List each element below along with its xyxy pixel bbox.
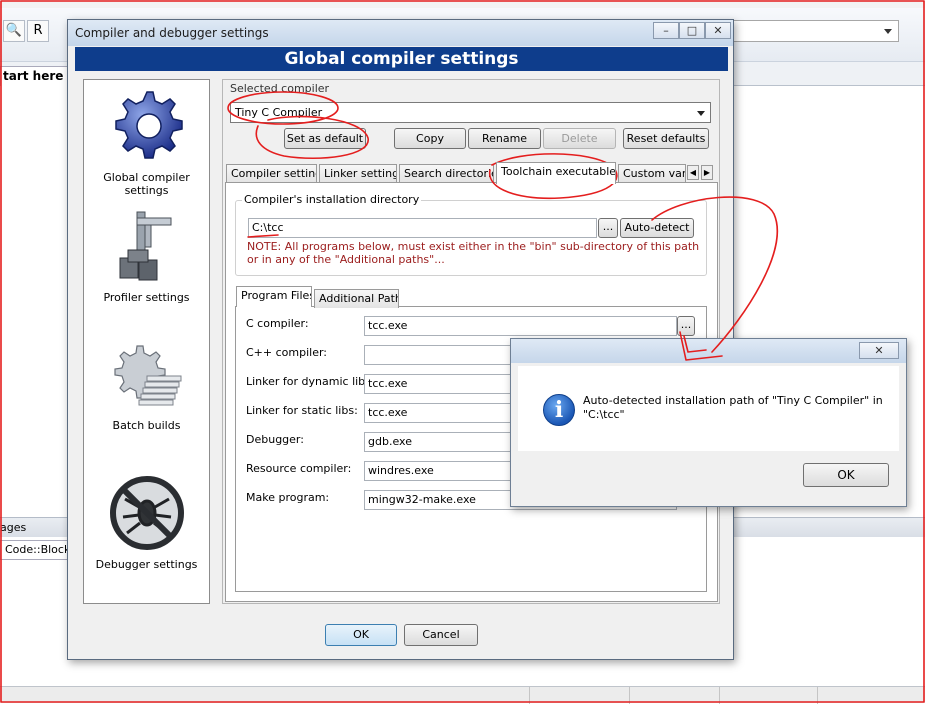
reset-defaults-button[interactable]: Reset defaults [623, 128, 709, 149]
sidebar-item-label: Profiler settings [84, 291, 209, 304]
sidebar-item-batch-builds[interactable]: Batch builds [84, 342, 209, 432]
close-icon[interactable]: ✕ [859, 342, 899, 359]
tab-compiler-settings[interactable]: Compiler settings [226, 164, 317, 183]
chevron-down-icon [697, 111, 705, 116]
debugger-label: Debugger: [246, 433, 304, 446]
tab-codeblocks-log[interactable]: Code::Blocks [0, 540, 72, 560]
install-dir-input[interactable]: C:\tcc [248, 218, 597, 238]
sidebar-item-label: Debugger settings [84, 558, 209, 571]
caliper-icon [112, 208, 182, 288]
copy-button[interactable]: Copy [394, 128, 466, 149]
selected-compiler-select[interactable]: Tiny C Compiler [230, 102, 711, 123]
tab-linker-settings[interactable]: Linker settings [319, 164, 397, 183]
sidebar-item-global-compiler[interactable]: Global compiler settings [84, 86, 209, 197]
cpp-compiler-label: C++ compiler: [246, 346, 327, 359]
ok-button[interactable]: OK [325, 624, 397, 646]
page-title: Global compiler settings [75, 47, 728, 71]
tab-additional-paths[interactable]: Additional Paths [314, 289, 399, 308]
delete-button[interactable]: Delete [543, 128, 616, 149]
auto-detect-button[interactable]: Auto-detect [620, 218, 694, 238]
sidebar-item-label: Batch builds [84, 419, 209, 432]
install-note-line2: or in any of the "Additional paths"... [247, 253, 445, 266]
search-icon[interactable]: 🔍 [3, 20, 25, 42]
dynamic-linker-label: Linker for dynamic libs: [246, 375, 375, 388]
gear-icon [107, 86, 187, 166]
maximize-icon[interactable]: □ [679, 22, 705, 39]
status-cell [629, 687, 719, 704]
close-icon[interactable]: ✕ [705, 22, 731, 39]
status-cell [529, 687, 629, 704]
dialog-title: Compiler and debugger settings [75, 26, 269, 40]
c-compiler-browse-button[interactable]: ... [677, 316, 695, 336]
install-dir-legend: Compiler's installation directory [242, 193, 421, 206]
chevron-right-icon[interactable]: ▶ [701, 165, 713, 180]
autodetect-message-dialog: ✕ i Auto-detected installation path of "… [510, 338, 907, 507]
sidebar-item-label: Global compiler settings [84, 171, 209, 197]
browse-button[interactable]: ... [598, 218, 618, 238]
message-ok-button[interactable]: OK [803, 463, 889, 487]
logs-tab-label: Code::Blocks [5, 543, 72, 556]
install-note-line1: NOTE: All programs below, must exist eit… [247, 240, 699, 253]
selected-compiler-label: Selected compiler [230, 82, 329, 95]
c-compiler-label: C compiler: [246, 317, 309, 330]
c-compiler-input[interactable]: tcc.exe [364, 316, 677, 336]
status-bar [0, 686, 925, 703]
rename-button[interactable]: Rename [468, 128, 541, 149]
static-linker-label: Linker for static libs: [246, 404, 358, 417]
replace-icon[interactable]: R [27, 20, 49, 42]
info-icon: i [543, 394, 575, 426]
message-titlebar[interactable]: ✕ [511, 339, 906, 363]
minimize-icon[interactable]: – [653, 22, 679, 39]
no-bug-icon [107, 473, 187, 553]
make-program-label: Make program: [246, 491, 329, 504]
tab-start-here[interactable]: tart here ✕ [0, 66, 68, 86]
chevron-left-icon[interactable]: ◀ [687, 165, 699, 180]
ide-menubar [0, 0, 925, 8]
sidebar-item-debugger[interactable]: Debugger settings [84, 473, 209, 571]
logs-header-label: ages [0, 521, 26, 534]
settings-category-list: Global compiler settings Profiler settin… [83, 79, 210, 604]
batch-gear-icon [107, 342, 187, 412]
cancel-button[interactable]: Cancel [404, 624, 478, 646]
tab-custom-variables[interactable]: Custom variabl [618, 164, 686, 183]
message-text: Auto-detected installation path of "Tiny… [583, 394, 883, 422]
selected-compiler-value: Tiny C Compiler [235, 106, 322, 119]
sidebar-item-profiler[interactable]: Profiler settings [84, 208, 209, 304]
status-cell [817, 687, 877, 704]
tab-program-files[interactable]: Program Files [236, 286, 312, 307]
resource-compiler-label: Resource compiler: [246, 462, 351, 475]
tab-toolchain-executables[interactable]: Toolchain executables [496, 162, 616, 184]
set-as-default-button[interactable]: Set as default [284, 128, 366, 149]
dialog-titlebar[interactable]: Compiler and debugger settings – □ ✕ [68, 20, 733, 46]
tab-search-directories[interactable]: Search directories [399, 164, 494, 183]
status-cell [719, 687, 817, 704]
tab-start-here-label: tart here [3, 69, 63, 83]
